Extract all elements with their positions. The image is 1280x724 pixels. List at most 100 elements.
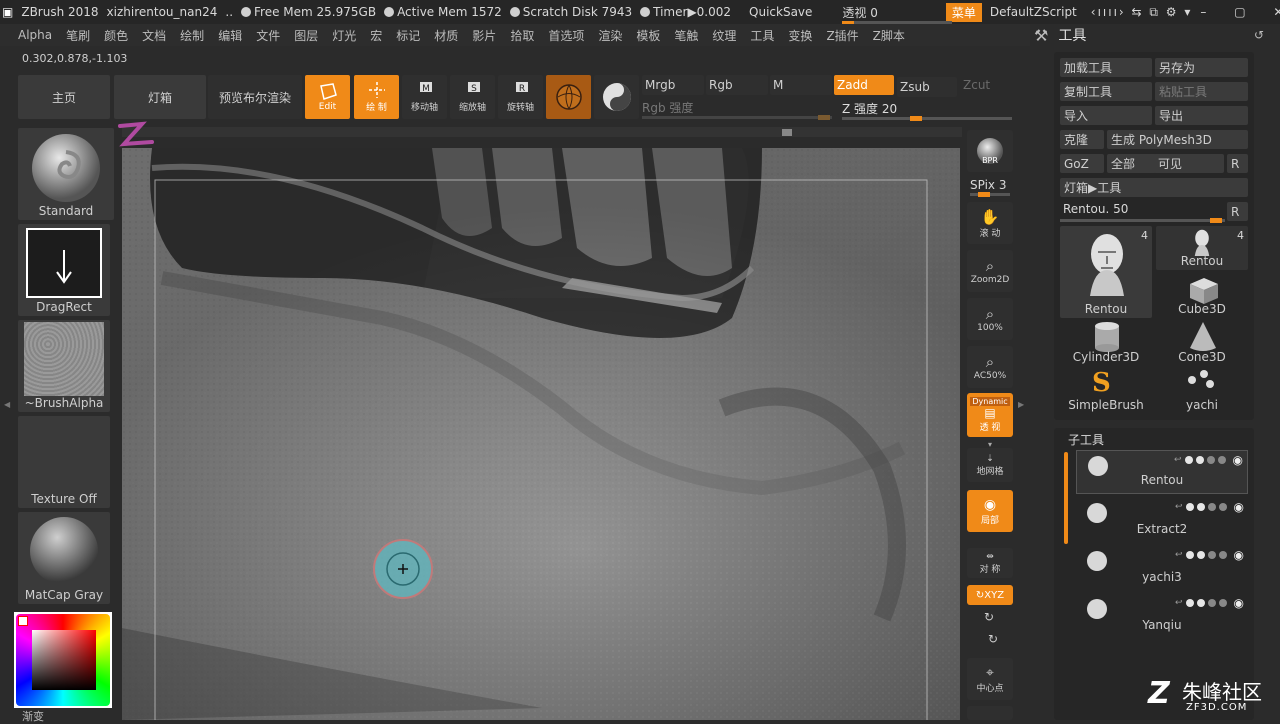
zcut-button[interactable]: Zcut: [960, 75, 1010, 95]
tool-thumb-cube3d[interactable]: Cube3D: [1156, 272, 1248, 318]
canvas-viewport[interactable]: [122, 148, 960, 720]
center-button[interactable]: ⌖ 中心点: [967, 658, 1013, 700]
tool-thumb-rentou-small[interactable]: 4 Rentou: [1156, 226, 1248, 270]
menu-item[interactable]: 渲染: [591, 27, 629, 44]
tool-thumb-cylinder3d[interactable]: Cylinder3D: [1060, 320, 1152, 366]
toggle-icon[interactable]: [1206, 456, 1215, 464]
menu-item[interactable]: 模板: [629, 27, 667, 44]
rentou-slider[interactable]: Rentou. 50: [1060, 202, 1225, 223]
import-button[interactable]: 导入: [1060, 106, 1152, 125]
menu-item[interactable]: 图层: [287, 27, 325, 44]
toggle-icon[interactable]: [1185, 503, 1194, 511]
material-sphere-button[interactable]: [546, 75, 591, 119]
rgb-intensity-slider[interactable]: Rgb 强度: [642, 99, 832, 120]
more-button[interactable]: [967, 706, 1013, 720]
subtool-toggles[interactable]: ↩ ◉: [1174, 453, 1243, 467]
alpha-slot[interactable]: ~BrushAlpha: [18, 320, 110, 412]
xyz-button[interactable]: ↻ XYZ: [967, 585, 1013, 605]
toggle-icon[interactable]: [1207, 551, 1216, 559]
rotate-y-icon[interactable]: ↻: [984, 610, 994, 624]
mrgb-button[interactable]: Mrgb: [642, 75, 704, 95]
paste-tool-button[interactable]: 粘贴工具: [1155, 82, 1248, 101]
tool-thumb-rentou[interactable]: 4 Rentou: [1060, 226, 1152, 318]
subtool-scrollbar[interactable]: [1064, 452, 1068, 544]
perspective-slider[interactable]: 透视 0: [842, 4, 953, 24]
toggle-icon[interactable]: [1196, 551, 1205, 559]
spix-slider[interactable]: SPix 3: [970, 178, 1012, 197]
panel-refresh-icon[interactable]: ↺: [1254, 28, 1264, 42]
menu-item[interactable]: 颜色: [97, 27, 135, 44]
menu-item[interactable]: 编辑: [211, 27, 249, 44]
local-button[interactable]: ◉ 局部: [967, 490, 1013, 532]
clone-button[interactable]: 克隆: [1060, 130, 1104, 149]
symmetry-button[interactable]: ⇹ 对 称: [967, 548, 1013, 578]
gyro-button[interactable]: [594, 75, 639, 119]
make-polymesh-button[interactable]: 生成 PolyMesh3D: [1107, 130, 1248, 149]
subtool-toggles[interactable]: ↩ ◉: [1175, 548, 1244, 562]
default-zscript-button[interactable]: DefaultZScript: [990, 5, 1077, 19]
toggle-icon[interactable]: [1207, 503, 1216, 511]
layout-icons[interactable]: ‹ıııı› ⇆ ⧉ ⚙ ▾: [1091, 5, 1193, 20]
menu-item[interactable]: 笔刷: [59, 27, 97, 44]
eye-icon[interactable]: ◉: [1234, 548, 1244, 562]
menu-item[interactable]: 材质: [427, 27, 465, 44]
menu-item[interactable]: Z脚本: [866, 27, 912, 44]
window-controls[interactable]: – ▢ ✕: [1200, 5, 1280, 19]
toggle-icon[interactable]: [1185, 599, 1194, 607]
menu-item[interactable]: 文档: [135, 27, 173, 44]
rgb-button[interactable]: Rgb: [706, 75, 768, 95]
menu-item[interactable]: 拾取: [503, 27, 541, 44]
right-collapse-icon[interactable]: ▶: [1018, 400, 1024, 409]
zadd-button[interactable]: Zadd: [834, 75, 894, 95]
lightbox-button[interactable]: 灯箱: [114, 75, 206, 119]
rotate-z-icon[interactable]: ↻: [988, 632, 998, 646]
copy-tool-button[interactable]: 复制工具: [1060, 82, 1152, 101]
menu-item[interactable]: Z插件: [819, 27, 865, 44]
toggle-icon[interactable]: [1207, 599, 1216, 607]
menu-item[interactable]: 标记: [389, 27, 427, 44]
goz-button[interactable]: GoZ: [1060, 154, 1104, 173]
export-button[interactable]: 导出: [1155, 106, 1248, 125]
saturation-square[interactable]: [32, 630, 96, 690]
toggle-icon[interactable]: [1218, 551, 1227, 559]
z-intensity-slider[interactable]: Z 强度 20: [842, 100, 1012, 121]
texture-slot[interactable]: Texture Off: [18, 416, 110, 508]
menu-item[interactable]: 纹理: [705, 27, 743, 44]
menu-item[interactable]: 宏: [363, 27, 389, 44]
canvas-top-scrollbar[interactable]: [122, 127, 962, 137]
eye-icon[interactable]: ◉: [1234, 596, 1244, 610]
quicksave-button[interactable]: QuickSave: [749, 5, 812, 19]
brush-slot[interactable]: Standard: [18, 121, 154, 220]
edit-button[interactable]: Edit: [305, 75, 350, 119]
menu-item[interactable]: 灯光: [325, 27, 363, 44]
bpr-button[interactable]: BPR: [967, 130, 1013, 172]
color-swatch[interactable]: [18, 616, 28, 626]
perspective-button[interactable]: Dynamic ▤ 透 视: [967, 393, 1013, 437]
load-tool-button[interactable]: 加载工具: [1060, 58, 1152, 77]
goz-visible-button[interactable]: 可见: [1154, 154, 1224, 173]
goz-r-button[interactable]: R: [1227, 154, 1248, 173]
zoom2d-button[interactable]: ⌕ Zoom2D: [967, 250, 1013, 292]
menu-item[interactable]: 文件: [249, 27, 287, 44]
bpr-preview-button[interactable]: 预览布尔渲染: [208, 75, 302, 119]
floor-button[interactable]: ⇣ 地网格: [967, 448, 1013, 482]
goz-all-button[interactable]: 全部: [1107, 154, 1159, 173]
toggle-icon[interactable]: [1217, 456, 1226, 464]
toggle-icon[interactable]: [1218, 599, 1227, 607]
subtool-item[interactable]: ↩ ◉ Yanqiu: [1076, 594, 1248, 638]
home-button[interactable]: 主页: [18, 75, 110, 119]
subtool-item[interactable]: ↩ ◉ Extract2: [1076, 498, 1248, 542]
eye-icon[interactable]: ◉: [1234, 500, 1244, 514]
zoom100-button[interactable]: ⌕ 100%: [967, 298, 1013, 340]
menu-item[interactable]: 笔触: [667, 27, 705, 44]
save-as-button[interactable]: 另存为: [1155, 58, 1248, 77]
scale-button[interactable]: S 缩放轴: [450, 75, 495, 119]
menu-toggle-button[interactable]: 菜单: [945, 2, 982, 22]
subtool-toggles[interactable]: ↩ ◉: [1175, 500, 1244, 514]
scroll-button[interactable]: ✋ 滚 动: [967, 202, 1013, 244]
rotate-button[interactable]: R 旋转轴: [498, 75, 543, 119]
menu-item[interactable]: Alpha: [0, 28, 59, 42]
rentou-r-button[interactable]: R: [1227, 202, 1248, 221]
zsub-button[interactable]: Zsub: [897, 77, 957, 97]
draw-button[interactable]: 绘 制: [354, 75, 399, 119]
